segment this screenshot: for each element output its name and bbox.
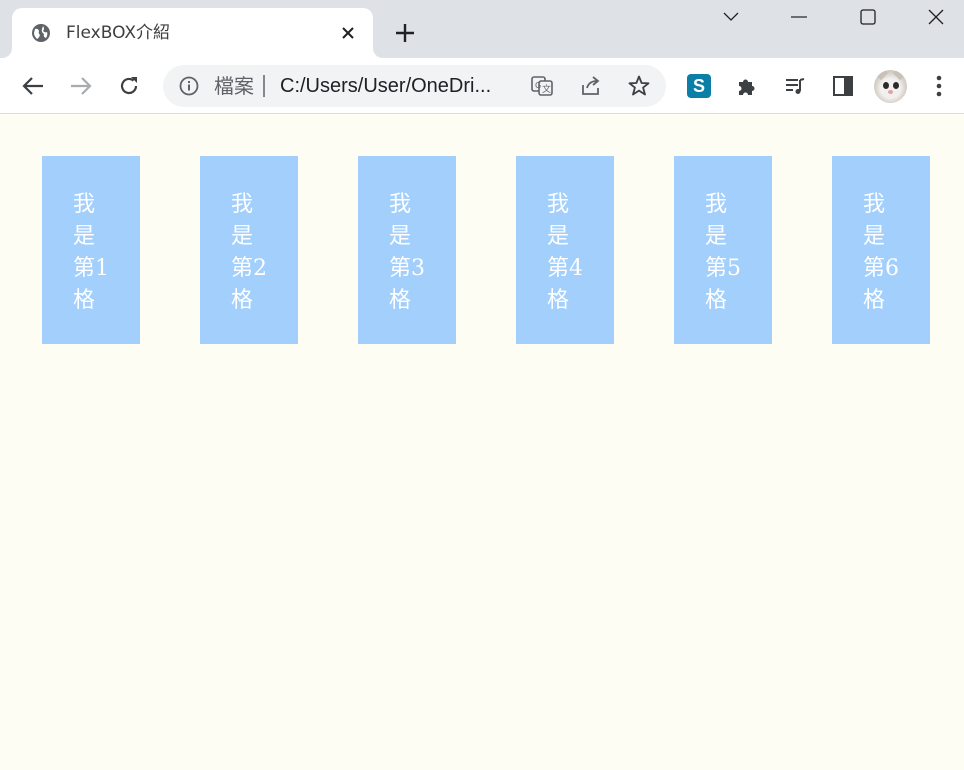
flex-item-5: 我 是 第5 格 — [674, 156, 772, 344]
info-icon[interactable] — [179, 76, 199, 96]
item-line: 格 — [389, 288, 412, 313]
maximize-icon[interactable] — [834, 0, 902, 34]
media-control-icon[interactable] — [779, 70, 811, 102]
forward-arrow-icon[interactable] — [65, 70, 97, 102]
translate-icon[interactable]: G 文 — [530, 74, 554, 98]
svg-text:G: G — [535, 81, 541, 90]
item-line: 是 — [389, 224, 412, 249]
omnibox-separator — [263, 75, 265, 97]
item-line: 我 — [863, 192, 886, 217]
toolbar: 檔案 C:/Users/User/OneDri... G 文 S — [0, 58, 964, 114]
flex-item-3: 我 是 第3 格 — [358, 156, 456, 344]
item-line: 第1 — [73, 256, 109, 281]
new-tab-button[interactable] — [392, 20, 418, 46]
item-line: 是 — [705, 224, 728, 249]
item-line: 我 — [73, 192, 96, 217]
item-line: 格 — [231, 288, 254, 313]
item-line: 是 — [547, 224, 570, 249]
item-line: 格 — [863, 288, 886, 313]
item-line: 第6 — [863, 256, 899, 281]
side-panel-icon[interactable] — [827, 70, 859, 102]
flex-item-4: 我 是 第4 格 — [516, 156, 614, 344]
window-close-icon[interactable] — [902, 0, 964, 34]
kebab-menu-icon[interactable] — [923, 70, 955, 102]
globe-icon — [31, 23, 51, 43]
reload-icon[interactable] — [113, 70, 145, 102]
star-icon[interactable] — [627, 74, 651, 98]
flex-item-1: 我 是 第1 格 — [42, 156, 140, 344]
item-line: 我 — [389, 192, 412, 217]
page-content: 我 是 第1 格 我 是 第2 格 我 是 第3 格 我 是 第4 格 我 是 … — [0, 114, 964, 770]
tab-search-icon[interactable] — [697, 0, 765, 34]
svg-text:文: 文 — [542, 83, 551, 95]
scheme-label: 檔案 — [214, 74, 254, 98]
puzzle-icon[interactable] — [731, 70, 763, 102]
item-line: 是 — [73, 224, 96, 249]
tab-close-icon[interactable] — [338, 23, 358, 43]
minimize-icon[interactable] — [765, 0, 833, 34]
back-arrow-icon[interactable] — [17, 70, 49, 102]
item-line: 第3 — [389, 256, 425, 281]
browser-chrome: FlexBOX介紹 檔案 C:/Users/User/OneDri... G 文… — [0, 0, 964, 114]
flex-container: 我 是 第1 格 我 是 第2 格 我 是 第3 格 我 是 第4 格 我 是 … — [42, 156, 930, 344]
item-line: 我 — [705, 192, 728, 217]
share-icon[interactable] — [579, 74, 603, 98]
flex-item-2: 我 是 第2 格 — [200, 156, 298, 344]
item-line: 是 — [231, 224, 254, 249]
item-line: 格 — [73, 288, 96, 313]
item-line: 格 — [705, 288, 728, 313]
browser-tab[interactable]: FlexBOX介紹 — [12, 8, 373, 58]
omnibox[interactable]: 檔案 C:/Users/User/OneDri... G 文 — [163, 65, 666, 107]
item-line: 第4 — [547, 256, 583, 281]
s-extension-icon[interactable]: S — [687, 74, 711, 98]
item-line: 是 — [863, 224, 886, 249]
flex-item-6: 我 是 第6 格 — [832, 156, 930, 344]
item-line: 我 — [547, 192, 570, 217]
item-line: 第5 — [705, 256, 741, 281]
item-line: 第2 — [231, 256, 267, 281]
url-text[interactable]: C:/Users/User/OneDri... — [280, 74, 491, 98]
item-line: 我 — [231, 192, 254, 217]
tab-title: FlexBOX介紹 — [66, 23, 171, 43]
avatar[interactable] — [874, 70, 907, 103]
item-line: 格 — [547, 288, 570, 313]
